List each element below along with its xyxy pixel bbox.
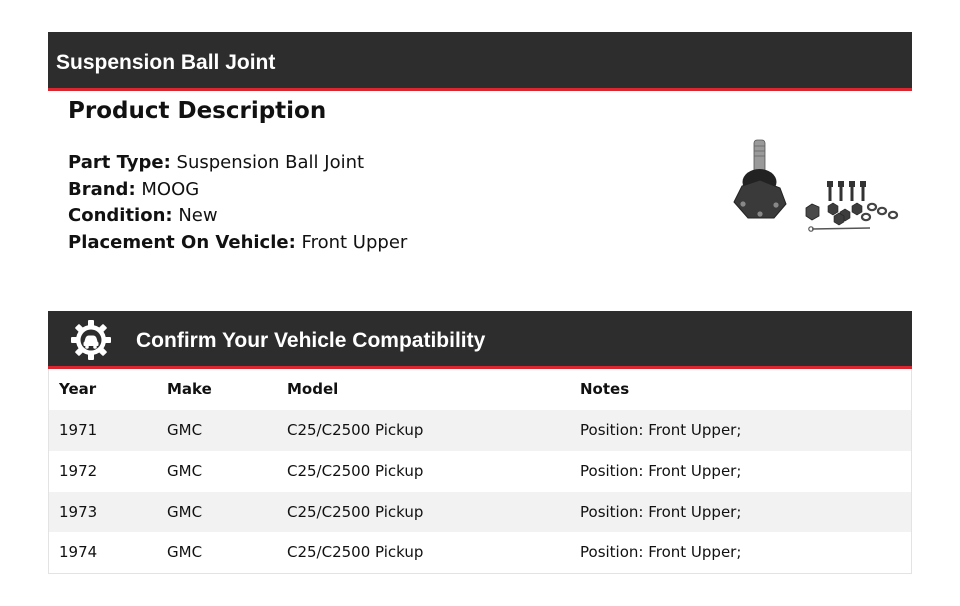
table-row: 1971 GMC C25/C2500 Pickup Position: Fron… — [49, 410, 911, 451]
spec-label: Part Type: — [68, 152, 171, 173]
cell-notes: Position: Front Upper; — [580, 421, 742, 439]
gear-car-icon — [71, 320, 111, 360]
compatibility-bar: Confirm Your Vehicle Compatibility — [48, 311, 912, 369]
product-title: Suspension Ball Joint — [56, 51, 276, 74]
cell-model: C25/C2500 Pickup — [287, 502, 424, 521]
cell-notes: Position: Front Upper; — [580, 543, 742, 562]
spec-label: Brand: — [68, 178, 136, 200]
description-heading: Product Description — [68, 98, 327, 124]
cell-make: GMC — [167, 461, 203, 480]
spec-value: MOOG — [141, 178, 200, 200]
spec-label: Condition: — [68, 205, 173, 226]
table-row: 1974 GMC C25/C2500 Pickup Position: Fron… — [49, 532, 911, 573]
spec-part-type: Part Type: Suspension Ball Joint — [68, 150, 407, 177]
spec-value: Front Upper — [301, 231, 408, 253]
cell-year: 1973 — [59, 502, 98, 521]
compatibility-title: Confirm Your Vehicle Compatibility — [136, 329, 486, 352]
product-title-bar: Suspension Ball Joint — [48, 32, 912, 91]
column-header-year: Year — [59, 380, 97, 398]
spec-list: Part Type: Suspension Ball Joint Brand: … — [68, 150, 407, 256]
table-row: 1972 GMC C25/C2500 Pickup Position: Fron… — [49, 451, 911, 492]
column-header-model: Model — [287, 380, 339, 398]
cell-model: C25/C2500 Pickup — [287, 461, 424, 480]
spec-placement: Placement On Vehicle: Front Upper — [68, 230, 407, 257]
spec-value: Suspension Ball Joint — [176, 152, 365, 173]
cell-year: 1972 — [59, 461, 98, 480]
compatibility-table: Year Make Model Notes 1971 GMC C25/C2500… — [48, 369, 912, 574]
table-row: 1973 GMC C25/C2500 Pickup Position: Fron… — [49, 491, 911, 533]
cell-model: C25/C2500 Pickup — [287, 421, 424, 439]
spec-label: Placement On Vehicle: — [68, 231, 296, 253]
cell-year: 1974 — [59, 543, 98, 562]
cell-notes: Position: Front Upper; — [580, 461, 742, 480]
column-header-notes: Notes — [580, 380, 630, 398]
spec-value: New — [178, 205, 218, 226]
cell-make: GMC — [167, 421, 203, 439]
spec-brand: Brand: MOOG — [68, 177, 407, 204]
cell-model: C25/C2500 Pickup — [287, 543, 424, 562]
cell-make: GMC — [167, 502, 203, 521]
cell-make: GMC — [167, 543, 203, 562]
cell-notes: Position: Front Upper; — [580, 502, 742, 521]
spec-condition: Condition: New — [68, 203, 407, 230]
column-header-make: Make — [167, 380, 212, 398]
table-header-row: Year Make Model Notes — [49, 369, 911, 410]
cell-year: 1971 — [59, 421, 98, 439]
product-image — [733, 139, 899, 232]
